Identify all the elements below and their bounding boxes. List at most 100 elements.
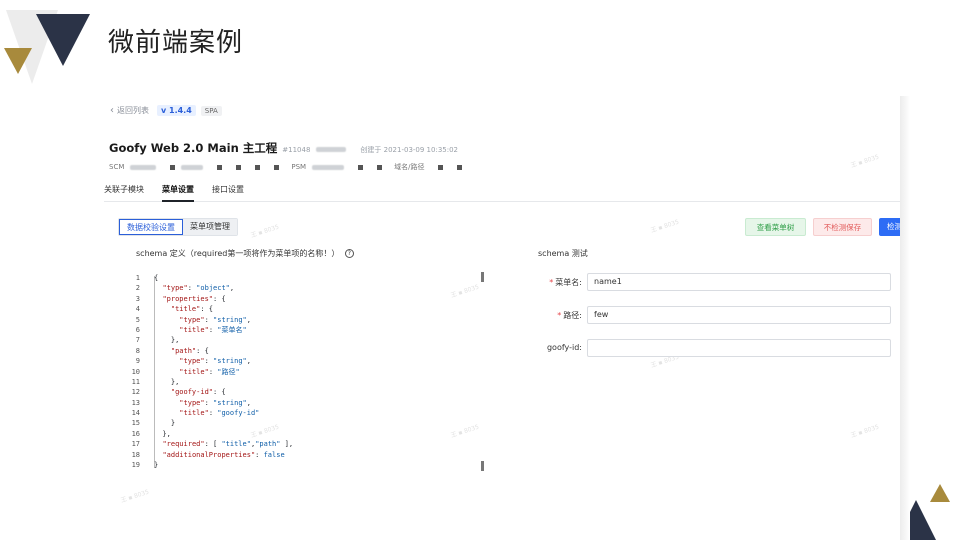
code-text: }	[154, 419, 176, 428]
version-badge: v 1.4.4	[157, 105, 196, 116]
line-number: 5	[135, 315, 140, 324]
code-text: "type": "string",	[179, 315, 251, 324]
redacted-text	[130, 164, 157, 170]
line-number: 12	[131, 388, 140, 397]
code-line: 8 "path": {	[130, 346, 486, 356]
watermark: 王 ▪ 8035	[249, 223, 280, 240]
code-line: 19}	[130, 460, 486, 470]
redacted-block	[255, 164, 261, 170]
code-line: 5 "type": "string",	[130, 315, 486, 325]
code-text: "properties": {	[162, 294, 226, 303]
corner-triangles-top-left	[4, 10, 90, 84]
code-line: 9 "type": "string",	[130, 356, 486, 366]
code-text: {	[154, 274, 159, 282]
tab-bar: 关联子模块 菜单设置 接口设置	[104, 182, 900, 202]
path-label: * 路径:	[557, 311, 582, 320]
view-menu-tree-button[interactable]: 查看菜单树	[745, 218, 806, 236]
redacted-text	[312, 164, 345, 170]
redacted-text	[181, 164, 204, 170]
line-number: 3	[135, 294, 140, 303]
line-number: 8	[135, 346, 140, 355]
code-text: "goofy-id": {	[170, 388, 226, 397]
code-line: 15 }	[130, 418, 486, 428]
redacted-block	[274, 164, 280, 170]
project-name: Goofy Web 2.0 Main 主工程	[109, 141, 278, 155]
line-number: 4	[135, 305, 140, 314]
line-number: 16	[131, 429, 140, 438]
code-line: 10 "title": "路径"	[130, 367, 486, 377]
goofy-id-input[interactable]	[587, 339, 891, 357]
slide-title: 微前端案例	[108, 28, 244, 58]
code-line: 11 },	[130, 377, 486, 387]
line-number: 17	[131, 440, 140, 449]
code-text: "required": [ "title","path" ],	[162, 440, 294, 449]
watermark: 王 ▪ 8035	[849, 423, 880, 440]
schema-definition-title: schema 定义（required第一项将作为菜单项的名称！） ?	[136, 248, 354, 259]
line-number: 9	[135, 357, 140, 366]
meta-row: SCM PSM 域名/路径	[109, 162, 463, 172]
code-text: },	[154, 377, 180, 386]
redacted-block	[358, 164, 364, 170]
code-text: }	[154, 461, 159, 470]
back-row: ‹ 返回列表 v 1.4.4 SPA	[110, 105, 222, 116]
segment-data-validation[interactable]: 数据校验设置	[119, 219, 183, 235]
segmented-control: 数据校验设置 菜单项管理	[118, 218, 238, 236]
line-number: 2	[135, 284, 140, 293]
code-line: 18 "additionalProperties": false	[130, 450, 486, 460]
code-text: "type": "string",	[179, 357, 251, 366]
scm-label: SCM	[109, 163, 125, 171]
redacted-block	[217, 164, 223, 170]
line-number: 7	[135, 336, 140, 345]
tab-linked-submodules[interactable]: 关联子模块	[104, 182, 144, 202]
path-input[interactable]: few	[587, 306, 891, 324]
watermark: 王 ▪ 8035	[649, 218, 680, 235]
line-number: 13	[131, 398, 140, 407]
watermark: 王 ▪ 8035	[119, 488, 150, 505]
line-number: 11	[131, 377, 140, 386]
code-text: "title": {	[170, 305, 214, 314]
code-line: 4 "title": {	[130, 304, 486, 314]
psm-label: PSM	[291, 163, 307, 171]
redacted-block	[457, 164, 463, 170]
code-text: "path": {	[170, 346, 209, 355]
redacted-block	[438, 164, 444, 170]
tab-api-settings[interactable]: 接口设置	[212, 182, 244, 202]
code-text: },	[154, 429, 171, 438]
redacted-block	[236, 164, 242, 170]
code-text: "type": "object",	[162, 284, 235, 293]
line-number: 15	[131, 419, 140, 428]
line-number: 18	[131, 450, 140, 459]
type-badge: SPA	[200, 105, 222, 116]
goofy-id-label: goofy-id:	[546, 343, 582, 352]
line-number: 1	[135, 274, 140, 282]
back-link[interactable]: 返回列表	[117, 105, 149, 116]
line-number: 19	[131, 461, 140, 470]
code-text: "title": "goofy-id"	[179, 409, 260, 418]
schema-test-title: schema 测试	[538, 249, 588, 258]
redacted-text	[316, 147, 347, 152]
code-line: 17 "required": [ "title","path" ],	[130, 439, 486, 449]
panel-shadow	[900, 96, 910, 540]
code-line: 12 "goofy-id": {	[130, 387, 486, 397]
watermark: 王 ▪ 8035	[849, 153, 880, 170]
code-line: 16 },	[130, 429, 486, 439]
project-id: #11048	[282, 146, 311, 154]
redacted-block	[377, 164, 383, 170]
check-button[interactable]: 检测	[879, 218, 900, 236]
menu-name-input[interactable]: name1	[587, 273, 891, 291]
schema-code-editor[interactable]: 1 {2 "type": "object", 3 "properties": {4 …	[130, 273, 486, 470]
question-circle-icon[interactable]: ?	[344, 249, 354, 258]
code-text: "type": "string",	[179, 398, 251, 407]
project-header: Goofy Web 2.0 Main 主工程 #11048 创建于 2021-0…	[109, 140, 458, 156]
save-without-check-button[interactable]: 不检测保存	[813, 218, 872, 236]
chevron-left-icon[interactable]: ‹	[110, 105, 114, 116]
code-line: 14 "title": "goofy-id"	[130, 408, 486, 418]
app-screenshot: 王 ▪ 8035 王 ▪ 8035 王 ▪ 8035 王 ▪ 8035 王 ▪ …	[100, 96, 900, 540]
menu-name-label: * 菜单名:	[549, 278, 582, 287]
tab-menu-settings[interactable]: 菜单设置	[162, 182, 194, 202]
code-text: "additionalProperties": false	[162, 450, 285, 459]
code-line: 7 },	[130, 335, 486, 345]
line-number: 14	[131, 409, 140, 418]
segment-menu-items[interactable]: 菜单项管理	[183, 219, 237, 235]
schema-definition-title-text: schema 定义（required第一项将作为菜单项的名称！）	[136, 249, 340, 258]
